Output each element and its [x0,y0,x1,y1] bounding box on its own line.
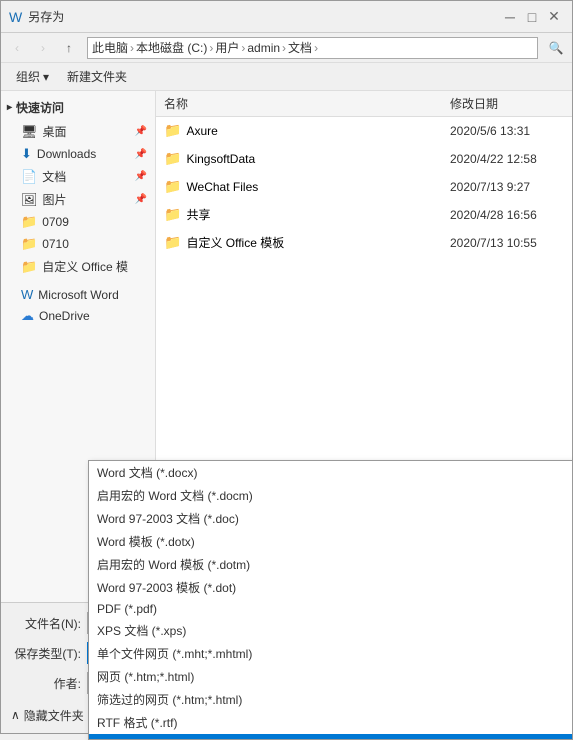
table-row[interactable]: 📁 自定义 Office 模板 2020/7/13 10:55 [156,229,572,257]
dropdown-item[interactable]: 启用宏的 Word 文档 (*.docm) [89,484,572,507]
nav-toolbar: ‹ › ↑ 此电脑 › 本地磁盘 (C:) › 用户 › admin › 文档 … [1,33,572,63]
desktop-icon: 🖥 [21,124,38,140]
dropdown-item[interactable]: XPS 文档 (*.xps) [89,619,572,642]
dropdown-item[interactable]: PDF (*.pdf) [89,599,572,619]
quick-access-chevron: ▸ [7,102,12,113]
file-toolbar: 组织 ▾ 新建文件夹 [1,63,572,91]
folder-icon-axure: 📁 [164,122,181,139]
dropdown-item[interactable]: 启用宏的 Word 模板 (*.dotm) [89,553,572,576]
folder-icon-office-tpl: 📁 [164,234,181,251]
breadcrumb-docs: 文档 [288,39,312,56]
pin-icon-pics: 📌 [135,194,147,205]
forward-button[interactable]: › [31,37,55,59]
dropdown-item[interactable]: 纯文本 (*.txt) [89,734,572,740]
breadcrumb-users: 用户 [215,39,239,56]
filetype-label: 保存类型(T): [11,645,81,662]
table-row[interactable]: 📁 KingsoftData 2020/4/22 12:58 [156,145,572,173]
sidebar-item-documents[interactable]: 📄 文档 📌 [1,165,155,188]
folder-icon-office: 📁 [21,259,37,275]
word-icon: W [21,287,33,302]
dropdown-item[interactable]: 筛选过的网页 (*.htm;*.html) [89,688,572,711]
sidebar-item-0710[interactable]: 📁 0710 [1,233,155,255]
pin-icon-downloads: 📌 [135,149,147,160]
title-bar-icon: W [9,9,22,25]
window-controls: ─ □ ✕ [500,7,564,27]
quick-access-header[interactable]: ▸ 快速访问 [1,95,155,120]
dropdown-item[interactable]: Word 模板 (*.dotx) [89,530,572,553]
search-button[interactable]: 🔍 [544,37,568,59]
dropdown-item[interactable]: Word 97-2003 模板 (*.dot) [89,576,572,599]
sidebar-item-pictures[interactable]: 🖼 图片 📌 [1,188,155,211]
sidebar-item-desktop[interactable]: 🖥 桌面 📌 [1,120,155,143]
folder-icon-shared: 📁 [164,206,181,223]
folder-icon-wechat: 📁 [164,178,181,195]
breadcrumb-admin: admin [247,41,280,55]
hide-folders-toggle[interactable]: ∧ 隐藏文件夹 [11,707,84,724]
sidebar-item-downloads[interactable]: ⬇ Downloads 📌 [1,143,155,165]
new-folder-button[interactable]: 新建文件夹 [60,66,134,88]
breadcrumb-drive: 本地磁盘 (C:) [136,39,207,56]
minimize-button[interactable]: ─ [500,7,520,27]
dropdown-item[interactable]: 网页 (*.htm;*.html) [89,665,572,688]
documents-icon: 📄 [21,169,37,185]
chevron-up-icon: ∧ [11,708,20,722]
organize-chevron-icon: ▾ [43,70,49,84]
title-bar: W 另存为 ─ □ ✕ [1,1,572,33]
col-name-header[interactable]: 名称 [156,93,442,114]
close-button[interactable]: ✕ [544,7,564,27]
maximize-button[interactable]: □ [522,7,542,27]
sidebar-item-onedrive[interactable]: ☁ OneDrive [1,305,155,327]
sidebar-item-office-templates[interactable]: 📁 自定义 Office 模 [1,255,155,278]
author-label: 作者: [11,675,81,692]
address-bar[interactable]: 此电脑 › 本地磁盘 (C:) › 用户 › admin › 文档 › [87,37,538,59]
sidebar-item-word[interactable]: W Microsoft Word [1,284,155,305]
pin-icon: 📌 [135,126,147,137]
pictures-icon: 🖼 [21,192,38,208]
folder-icon-0709: 📁 [21,214,37,230]
downloads-icon: ⬇ [21,146,32,162]
folder-icon-kingsoft: 📁 [164,150,181,167]
table-row[interactable]: 📁 WeChat Files 2020/7/13 9:27 [156,173,572,201]
filetype-dropdown[interactable]: Word 文档 (*.docx)启用宏的 Word 文档 (*.docm)Wor… [88,460,573,740]
dropdown-item[interactable]: Word 97-2003 文档 (*.doc) [89,507,572,530]
dropdown-item[interactable]: RTF 格式 (*.rtf) [89,711,572,734]
filename-label: 文件名(N): [11,615,81,632]
dropdown-item[interactable]: 单个文件网页 (*.mht;*.mhtml) [89,642,572,665]
breadcrumb-computer: 此电脑 [92,39,128,56]
col-date-header[interactable]: 修改日期 [442,93,572,114]
file-list-header: 名称 修改日期 [156,91,572,117]
onedrive-icon: ☁ [21,308,34,324]
dropdown-item[interactable]: Word 文档 (*.docx) [89,461,572,484]
table-row[interactable]: 📁 Axure 2020/5/6 13:31 [156,117,572,145]
back-button[interactable]: ‹ [5,37,29,59]
sidebar-item-0709[interactable]: 📁 0709 [1,211,155,233]
organize-button[interactable]: 组织 ▾ [9,66,56,88]
pin-icon-docs: 📌 [135,171,147,182]
up-button[interactable]: ↑ [57,37,81,59]
title-bar-title: 另存为 [28,8,500,25]
folder-icon-0710: 📁 [21,236,37,252]
table-row[interactable]: 📁 共享 2020/4/28 16:56 [156,201,572,229]
